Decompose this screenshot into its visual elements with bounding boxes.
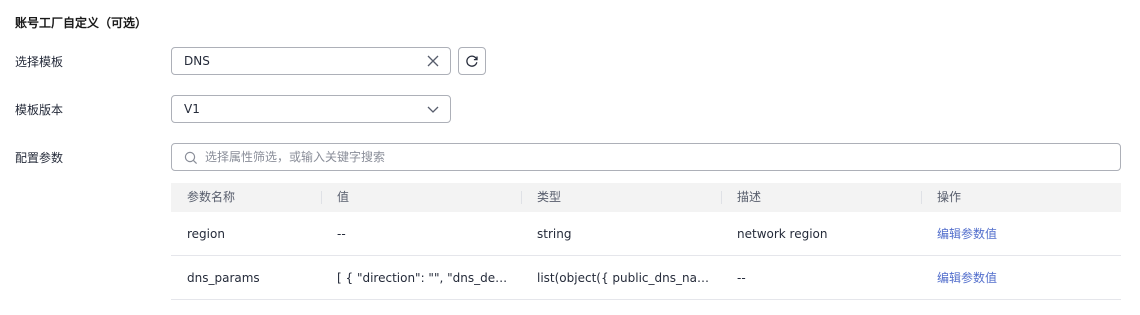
param-name-cell: region — [187, 227, 225, 241]
param-type-cell: string — [537, 227, 572, 241]
version-select-value: V1 — [184, 102, 200, 116]
column-divider — [721, 191, 722, 204]
refresh-icon — [466, 55, 478, 67]
template-label: 选择模板 — [15, 55, 64, 69]
column-divider — [521, 191, 522, 204]
refresh-button[interactable] — [458, 47, 486, 75]
param-name-cell: dns_params — [187, 271, 260, 285]
edit-param-value-link[interactable]: 编辑参数值 — [937, 256, 1087, 300]
param-description-cell: -- — [737, 271, 746, 285]
param-value-cell: [ { "direction": "", "dns_descri... — [337, 271, 512, 285]
column-divider — [321, 191, 322, 204]
search-icon — [184, 151, 198, 165]
table-row: dns_params [ { "direction": "", "dns_des… — [171, 256, 1121, 300]
version-select[interactable]: V1 — [171, 95, 451, 123]
column-header-action: 操作 — [937, 190, 962, 204]
params-label: 配置参数 — [15, 151, 64, 165]
params-table: 参数名称 值 类型 描述 操作 region -- string network… — [171, 183, 1121, 300]
close-icon[interactable] — [426, 54, 440, 68]
column-header-name: 参数名称 — [187, 190, 236, 204]
column-header-type: 类型 — [537, 190, 562, 204]
params-search-box[interactable] — [171, 143, 1121, 171]
template-select[interactable]: DNS — [171, 47, 451, 75]
param-description-cell: network region — [737, 227, 828, 241]
version-label: 模板版本 — [15, 103, 64, 117]
section-title: 账号工厂自定义（可选） — [15, 16, 148, 30]
column-header-description: 描述 — [737, 190, 762, 204]
template-select-value: DNS — [184, 54, 210, 68]
chevron-down-icon — [426, 102, 440, 116]
table-row: region -- string network region 编辑参数值 — [171, 212, 1121, 256]
param-type-cell: list(object({ public_dns_nam... — [537, 271, 712, 285]
column-divider — [921, 191, 922, 204]
params-search-input[interactable] — [205, 144, 1105, 170]
edit-param-value-link[interactable]: 编辑参数值 — [937, 212, 1087, 256]
column-header-value: 值 — [337, 190, 350, 204]
param-value-cell: -- — [337, 227, 346, 241]
table-header: 参数名称 值 类型 描述 操作 — [171, 183, 1121, 212]
